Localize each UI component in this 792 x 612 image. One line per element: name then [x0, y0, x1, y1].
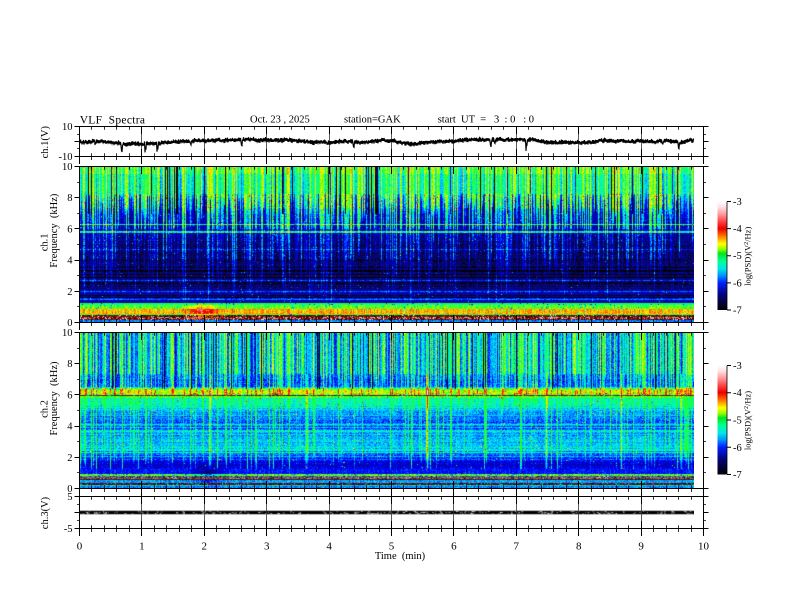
svg-text:3: 3: [264, 540, 270, 552]
svg-text:ch.3(V): ch.3(V): [40, 496, 51, 529]
svg-text:8: 8: [67, 193, 72, 204]
svg-text:-4: -4: [733, 224, 742, 235]
svg-text:1: 1: [139, 540, 145, 552]
svg-text:-5: -5: [733, 416, 742, 427]
svg-text:2: 2: [202, 540, 208, 552]
svg-text:10: 10: [62, 328, 73, 339]
svg-text:-7: -7: [733, 470, 742, 481]
svg-text:5: 5: [67, 492, 72, 503]
svg-text:-7: -7: [733, 306, 742, 317]
svg-text:10: 10: [62, 122, 73, 133]
svg-text:2: 2: [67, 287, 72, 298]
svg-text:ch.1(V): ch.1(V): [40, 126, 51, 159]
svg-text:-6: -6: [733, 278, 742, 289]
svg-text:6: 6: [67, 390, 72, 401]
svg-text:Frequency (kHz): Frequency (kHz): [49, 361, 60, 436]
svg-text:-6: -6: [733, 443, 742, 454]
svg-text:Frequency (kHz): Frequency (kHz): [49, 193, 60, 268]
svg-text:-3: -3: [733, 361, 742, 372]
svg-text:7: 7: [514, 540, 520, 552]
svg-text:0: 0: [77, 540, 83, 552]
svg-text:4: 4: [326, 540, 332, 552]
svg-text:-5: -5: [64, 524, 73, 535]
svg-text:4: 4: [67, 422, 73, 433]
svg-text:Time (min): Time (min): [375, 551, 426, 562]
svg-text:-4: -4: [733, 388, 742, 399]
svg-text:log(PSD)(V2/Hz): log(PSD)(V2/Hz): [743, 391, 753, 450]
svg-text:10: 10: [62, 162, 73, 173]
svg-text:6: 6: [67, 224, 72, 235]
svg-text:8: 8: [67, 359, 72, 370]
svg-text:6: 6: [451, 540, 457, 552]
svg-text:2: 2: [67, 453, 72, 464]
svg-text:log(PSD)(V2/Hz): log(PSD)(V2/Hz): [743, 227, 753, 286]
svg-text:VLF Spectra: VLF Spectra: [80, 114, 146, 126]
svg-text:10: 10: [698, 540, 710, 552]
svg-text:start UT = 3 : 0 : 0: start UT = 3 : 0 : 0: [438, 115, 534, 126]
svg-text:-5: -5: [733, 251, 742, 262]
svg-text:-3: -3: [733, 197, 742, 208]
svg-text:station=GAK: station=GAK: [344, 115, 401, 126]
svg-text:4: 4: [67, 256, 73, 267]
svg-text:8: 8: [576, 540, 582, 552]
svg-text:Oct. 23 , 2025: Oct. 23 , 2025: [250, 115, 310, 126]
svg-text:9: 9: [638, 540, 644, 552]
